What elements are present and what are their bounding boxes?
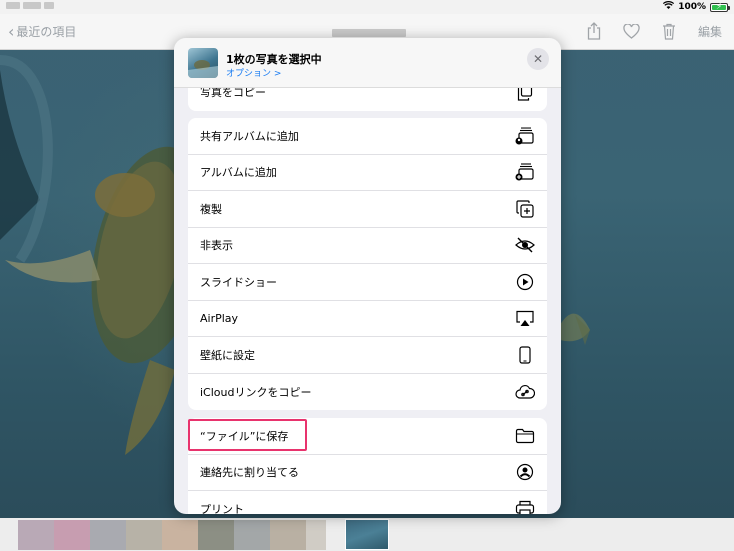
selected-photo-thumbnail: [188, 48, 218, 78]
share-icon[interactable]: [587, 22, 601, 40]
action-label: アルバムに追加: [200, 166, 277, 180]
action-set-wallpaper[interactable]: 壁紙に設定: [188, 337, 547, 374]
action-label: 写真をコピー: [200, 88, 266, 100]
action-add-shared-album[interactable]: 共有アルバムに追加: [188, 118, 547, 155]
share-sheet-header: 1枚の写真を選択中 オプション > ✕: [174, 38, 561, 88]
back-label: 最近の項目: [16, 25, 77, 39]
action-label: iCloudリンクをコピー: [200, 385, 312, 399]
phone-icon: [515, 345, 535, 365]
action-save-to-files[interactable]: “ファイル”に保存: [188, 418, 547, 455]
sheet-title: 1枚の写真を選択中: [226, 53, 322, 66]
action-label: “ファイル”に保存: [200, 429, 289, 443]
options-link[interactable]: オプション >: [226, 66, 281, 79]
hide-icon: [515, 235, 535, 255]
action-label: 壁紙に設定: [200, 348, 255, 362]
action-label: プリント: [200, 503, 244, 514]
play-icon: [515, 272, 535, 292]
action-group-main: 共有アルバムに追加 アルバムに追加 複製 非表示 スライドショー AirPlay…: [188, 118, 547, 410]
close-icon: ✕: [532, 52, 544, 66]
action-label: 連絡先に割り当てる: [200, 466, 299, 480]
folder-icon: [515, 426, 535, 446]
wifi-icon: [663, 1, 675, 13]
share-sheet: 1枚の写真を選択中 オプション > ✕ 写真をコピー 共有アルバムに追加 アルバ…: [174, 38, 561, 514]
nav-actions: 編集: [587, 22, 722, 40]
film-thumb[interactable]: [162, 519, 198, 550]
action-add-album[interactable]: アルバムに追加: [188, 155, 547, 191]
status-right: 100% ⚡: [663, 1, 730, 13]
close-button[interactable]: ✕: [527, 48, 549, 70]
duplicate-icon: [515, 199, 535, 219]
film-thumb[interactable]: [54, 519, 90, 550]
film-thumb-selected[interactable]: [345, 519, 389, 550]
action-label: AirPlay: [200, 311, 239, 325]
film-thumb[interactable]: [306, 519, 326, 550]
battery-percent: 100%: [678, 2, 706, 12]
action-group-copy: 写真をコピー: [188, 88, 547, 111]
battery-icon: ⚡: [710, 2, 730, 12]
film-thumb[interactable]: [198, 519, 234, 550]
action-copy-photo[interactable]: 写真をコピー: [188, 88, 547, 111]
action-copy-icloud-link[interactable]: iCloudリンクをコピー: [188, 374, 547, 411]
nav-title-blurred: [332, 29, 406, 37]
film-thumb[interactable]: [234, 519, 270, 550]
action-label: 非表示: [200, 239, 233, 253]
heart-icon[interactable]: [623, 23, 640, 39]
cloud-link-icon: [515, 382, 535, 402]
action-group-save: “ファイル”に保存 連絡先に割り当てる プリント: [188, 418, 547, 514]
action-hide[interactable]: 非表示: [188, 228, 547, 264]
action-airplay[interactable]: AirPlay: [188, 301, 547, 337]
status-left-blurred: [6, 2, 54, 9]
airplay-icon: [515, 308, 535, 328]
share-sheet-body: 写真をコピー 共有アルバムに追加 アルバムに追加 複製 非表示 スライドショー …: [174, 88, 561, 514]
film-thumb[interactable]: [18, 519, 54, 550]
trash-icon[interactable]: [662, 23, 676, 40]
chevron-left-icon: ‹: [8, 21, 15, 41]
print-icon: [515, 499, 535, 514]
back-button[interactable]: ‹ 最近の項目: [8, 23, 76, 40]
action-print[interactable]: プリント: [188, 491, 547, 514]
action-slideshow[interactable]: スライドショー: [188, 264, 547, 301]
film-thumb[interactable]: [90, 519, 126, 550]
copy-icon: [515, 88, 535, 102]
action-duplicate[interactable]: 複製: [188, 191, 547, 228]
edit-button[interactable]: 編集: [698, 23, 722, 40]
action-label: 複製: [200, 202, 222, 216]
film-thumb[interactable]: [126, 519, 162, 550]
contact-icon: [515, 462, 535, 482]
action-label: 共有アルバムに追加: [200, 129, 299, 143]
action-label: スライドショー: [200, 275, 277, 289]
action-assign-to-contact[interactable]: 連絡先に割り当てる: [188, 455, 547, 491]
add-album-icon: [515, 162, 535, 182]
shared-album-icon: [515, 126, 535, 146]
status-bar: 100% ⚡: [0, 0, 734, 14]
film-thumb[interactable]: [270, 519, 306, 550]
